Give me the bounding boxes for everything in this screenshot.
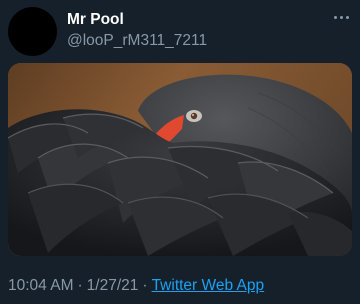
author-display-name[interactable]: Mr Pool [67,11,124,29]
author-handle[interactable]: @looP_rM311_7211 [67,32,207,50]
tweet-source-link[interactable]: Twitter Web App [152,277,265,294]
meta-separator: · [77,277,83,294]
meta-separator: · [142,277,148,294]
tweet: Mr Pool @looP_rM311_7211 10:04 AM · 1/27… [0,0,360,304]
more-options-button[interactable] [328,6,354,28]
tweet-time[interactable]: 10:04 AM [8,277,74,294]
black-swan-image [8,63,352,256]
more-horizontal-icon [332,15,350,19]
tweet-photo[interactable] [8,63,352,256]
avatar[interactable] [8,7,57,56]
tweet-meta: 10:04 AM · 1/27/21 · Twitter Web App [8,277,264,295]
tweet-date[interactable]: 1/27/21 [87,277,139,294]
